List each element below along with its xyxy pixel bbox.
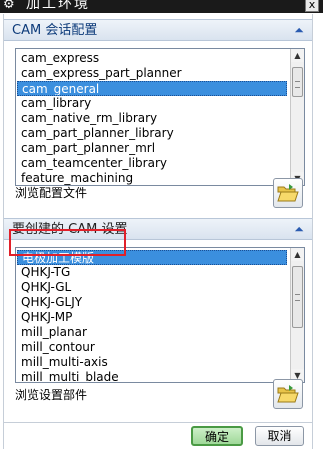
cancel-button[interactable]: 取消	[255, 426, 304, 446]
title-bar: ⚙ 加工环境 x	[0, 0, 323, 13]
window-title: 加工环境	[26, 0, 90, 12]
list-item[interactable]: cam_part_planner_mrl	[17, 141, 287, 156]
list-item[interactable]: cam_general	[17, 81, 287, 96]
list-item[interactable]: cam_teamcenter_library	[17, 156, 287, 171]
browse-setup-button[interactable]	[273, 379, 303, 409]
list-item[interactable]: feature_machining	[17, 171, 287, 185]
annotation-highlight-box	[9, 229, 126, 256]
session-config-title: CAM 会话配置	[12, 23, 98, 38]
list-item[interactable]: QHKJ-TG	[17, 265, 287, 280]
list-item[interactable]: QHKJ-GLJY	[17, 295, 287, 310]
list-item[interactable]: cam_express	[17, 51, 287, 66]
list-item[interactable]: mill_contour	[17, 340, 287, 355]
list-item[interactable]: cam_native_rm_library	[17, 111, 287, 126]
session-config-scrollbar[interactable]: ▲ ▼	[290, 49, 304, 185]
list-item[interactable]: mill_multi_blade	[17, 370, 287, 382]
scrollbar-thumb[interactable]	[292, 67, 303, 97]
cam-setup-rows: 电极加工模版 QHKJ-TG QHKJ-GL QHKJ-GLJY QHKJ-MP mill…	[17, 250, 287, 382]
chevron-up-icon[interactable]: ⏶	[291, 221, 307, 237]
list-item[interactable]: mill_planar	[17, 325, 287, 340]
close-button[interactable]: x	[305, 0, 319, 12]
session-config-rows: cam_express cam_express_part_planner cam_g…	[17, 51, 287, 185]
gear-icon[interactable]: ⚙	[3, 0, 15, 13]
session-config-header[interactable]: CAM 会话配置 ⏶	[4, 19, 312, 41]
list-item[interactable]: cam_library	[17, 96, 287, 111]
browse-config-button[interactable]	[273, 178, 303, 208]
list-item[interactable]: mill_multi-axis	[17, 355, 287, 370]
session-config-list[interactable]: cam_express cam_express_part_planner cam_g…	[15, 48, 305, 186]
browse-setup-label: 浏览设置部件	[15, 388, 88, 402]
cam-setup-scrollbar[interactable]: ▲ ▼	[290, 248, 304, 382]
list-item[interactable]: cam_part_planner_library	[17, 126, 287, 141]
scrollbar-thumb[interactable]	[292, 266, 303, 328]
scroll-up-arrow-icon[interactable]: ▲	[291, 49, 304, 62]
scroll-up-arrow-icon[interactable]: ▲	[291, 248, 304, 261]
list-item[interactable]: QHKJ-MP	[17, 310, 287, 325]
folder-open-icon	[277, 385, 299, 403]
list-item[interactable]: cam_express_part_planner	[17, 66, 287, 81]
folder-open-icon	[277, 184, 299, 202]
button-divider	[4, 422, 312, 423]
chevron-up-icon[interactable]: ⏶	[291, 22, 307, 38]
browse-config-label: 浏览配置文件	[15, 186, 88, 200]
cam-setup-list[interactable]: 电极加工模版 QHKJ-TG QHKJ-GL QHKJ-GLJY QHKJ-MP mill…	[15, 247, 305, 383]
ok-button[interactable]: 确定	[191, 426, 243, 446]
list-item[interactable]: QHKJ-GL	[17, 280, 287, 295]
